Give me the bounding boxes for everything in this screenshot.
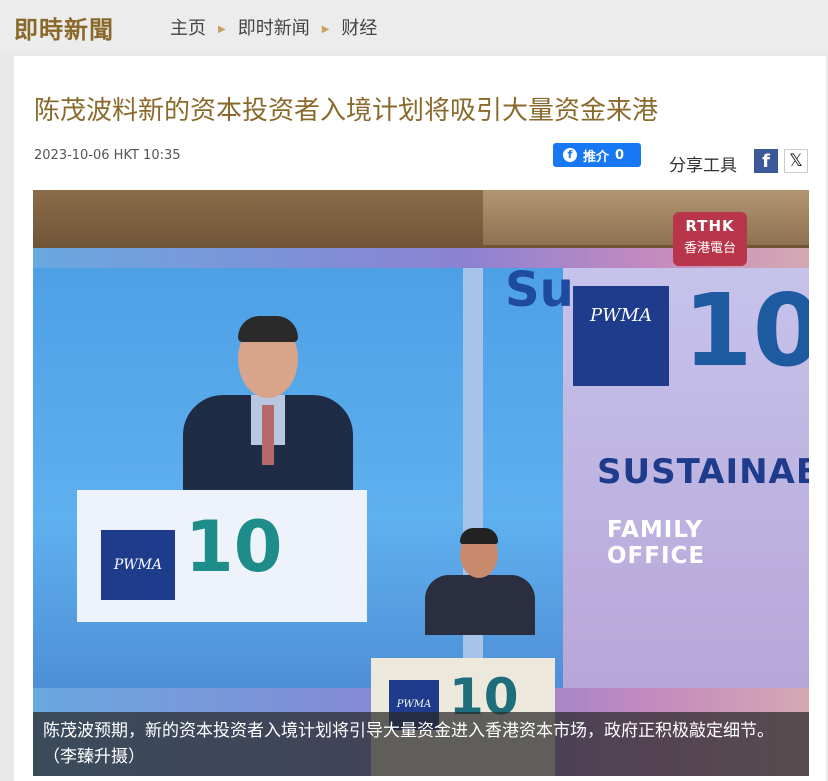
facebook-icon: f — [563, 148, 577, 162]
backdrop-family-office-text: FAMILY OFFICE — [607, 517, 706, 569]
backdrop-su-text: Su — [505, 262, 574, 318]
like-label: 推介 — [583, 149, 610, 165]
rthk-logo: RTHK 香港電台 — [673, 212, 747, 266]
x-share-icon[interactable]: 𝕏 — [784, 149, 808, 173]
breadcrumb-home[interactable]: 主页 — [170, 14, 206, 40]
backdrop-sustainability-text: SUSTAINAB — [597, 452, 809, 492]
photo-ceiling-light — [483, 190, 809, 245]
top-bar: 即時新聞 主页 ▶ 即时新闻 ▶ 财经 — [0, 0, 828, 52]
screen-podium: PWMA 10 — [77, 490, 367, 622]
site-logo[interactable]: 即時新聞 — [14, 10, 114, 45]
share-tools-label: 分享工具 — [669, 156, 737, 176]
photo-caption: 陈茂波预期，新的资本投资者入境计划将引导大量资金进入香港资本市场，政府正积极敲定… — [33, 712, 809, 776]
chevron-right-icon: ▶ — [218, 23, 226, 35]
ten-years-logo: 10 — [185, 506, 283, 588]
article-photo: Su PWMA 10 PWMA 10 SUSTAINAB FAMILY OFFI… — [33, 190, 809, 776]
facebook-share-icon[interactable]: f — [754, 149, 778, 173]
like-count: 0 — [615, 147, 625, 163]
chevron-right-icon: ▶ — [321, 23, 330, 35]
pwma-logo: PWMA — [101, 530, 175, 600]
pwma-logo-backdrop: PWMA — [573, 286, 669, 386]
facebook-like-button[interactable]: f 推介 0 — [553, 143, 641, 167]
breadcrumb-finance[interactable]: 财经 — [341, 14, 377, 40]
breadcrumb-instant-news[interactable]: 即时新闻 — [238, 14, 310, 40]
speaker-at-podium — [425, 528, 535, 635]
article-card: 陈茂波料新的资本投资者入境计划将吸引大量资金来港 2023-10-06 HKT … — [14, 56, 826, 781]
article-title: 陈茂波料新的资本投资者入境计划将吸引大量资金来港 — [34, 96, 659, 126]
ten-years-logo-backdrop: 10 — [683, 272, 809, 389]
breadcrumb: 主页 ▶ 即时新闻 ▶ 财经 — [170, 14, 377, 40]
article-timestamp: 2023-10-06 HKT 10:35 — [34, 148, 181, 163]
